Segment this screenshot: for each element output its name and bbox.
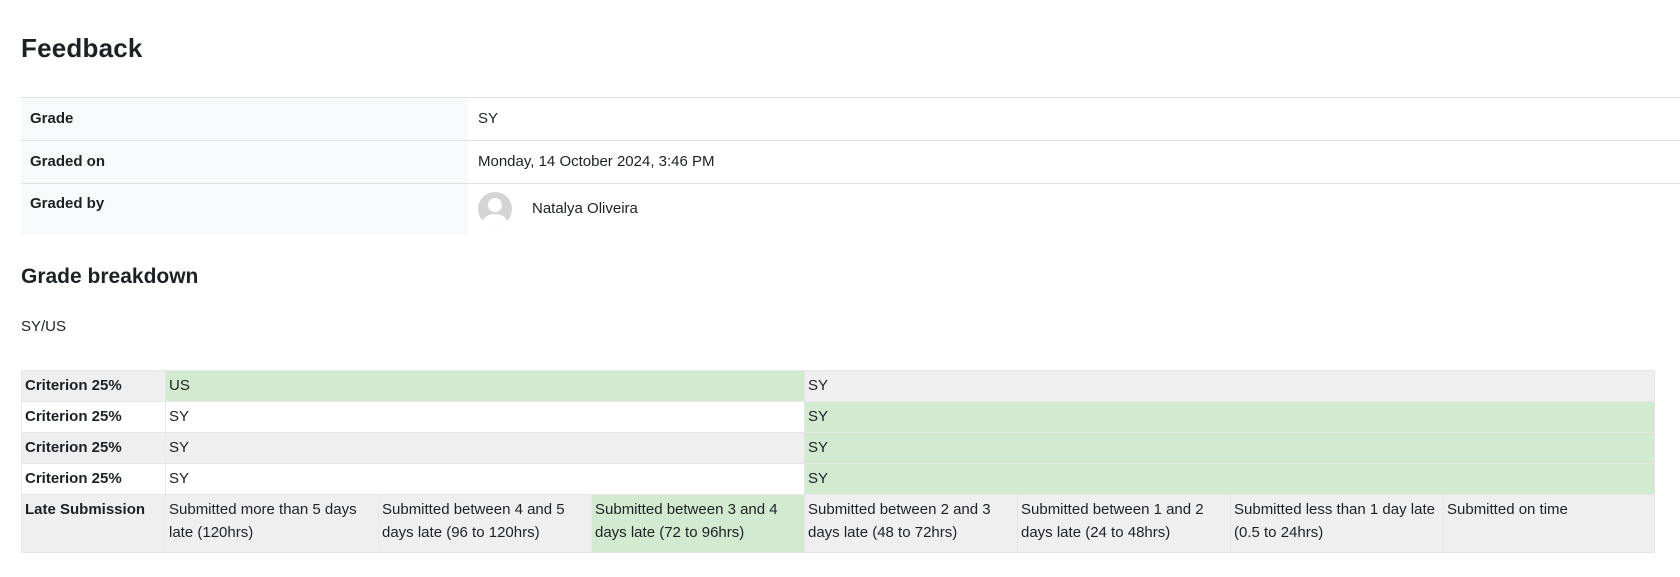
criterion-label: Criterion 25% <box>21 432 166 464</box>
late-level: Submitted more than 5 days late (120hrs) <box>165 494 379 553</box>
graded-by-label: Graded by <box>21 183 468 234</box>
criterion-level: SY <box>804 370 1655 402</box>
criterion-level: SY <box>804 401 1655 433</box>
criterion-label: Criterion 25% <box>21 463 166 495</box>
late-level: Submitted less than 1 day late (0.5 to 2… <box>1230 494 1444 553</box>
criterion-row-4: Criterion 25% SY SY <box>21 463 1655 495</box>
graded-on-label: Graded on <box>21 140 468 184</box>
late-submission-row: Late Submission Submitted more than 5 da… <box>21 494 1655 553</box>
late-submission-label: Late Submission <box>21 494 166 553</box>
grade-label: Grade <box>21 97 468 141</box>
criterion-level: SY <box>165 401 805 433</box>
criterion-label: Criterion 25% <box>21 370 166 402</box>
grade-row: Grade SY <box>21 97 1680 141</box>
criterion-row-3: Criterion 25% SY SY <box>21 432 1655 464</box>
criterion-level: SY <box>804 463 1655 495</box>
grade-value: SY <box>478 110 499 127</box>
scale-name: SY/US <box>21 318 67 335</box>
grade-breakdown-title: Grade breakdown <box>21 265 199 288</box>
graded-on-value: Monday, 14 October 2024, 3:46 PM <box>478 153 715 170</box>
criterion-level: US <box>165 370 805 402</box>
late-level: Submitted between 2 and 3 days late (48 … <box>804 494 1018 553</box>
criterion-row-1: Criterion 25% US SY <box>21 370 1655 402</box>
criterion-label: Criterion 25% <box>21 401 166 433</box>
graded-on-row: Graded on Monday, 14 October 2024, 3:46 … <box>21 140 1680 184</box>
feedback-title: Feedback <box>21 33 143 63</box>
avatar-head-icon <box>488 198 502 212</box>
avatar[interactable] <box>478 192 512 226</box>
page: Feedback Grade SY Graded on Monday, 14 O… <box>0 0 1680 577</box>
graded-by-row: Graded by Natalya Oliveira <box>21 183 1680 235</box>
grader-name[interactable]: Natalya Oliveira <box>532 200 638 217</box>
criterion-level: SY <box>165 432 805 464</box>
criterion-row-2: Criterion 25% SY SY <box>21 401 1655 433</box>
late-level: Submitted between 4 and 5 days late (96 … <box>378 494 592 553</box>
criterion-level: SY <box>804 432 1655 464</box>
grader[interactable]: Natalya Oliveira <box>478 184 1680 232</box>
graded-by-cell: Natalya Oliveira <box>468 184 1680 235</box>
late-level: Submitted between 1 and 2 days late (24 … <box>1017 494 1231 553</box>
rubric-table: Criterion 25% US SY Criterion 25% SY SY … <box>21 370 1655 553</box>
feedback-table: Grade SY Graded on Monday, 14 October 20… <box>21 97 1680 234</box>
avatar-body-icon <box>482 214 508 226</box>
criterion-level: SY <box>165 463 805 495</box>
late-level: Submitted on time <box>1443 494 1655 553</box>
late-level: Submitted between 3 and 4 days late (72 … <box>591 494 805 553</box>
